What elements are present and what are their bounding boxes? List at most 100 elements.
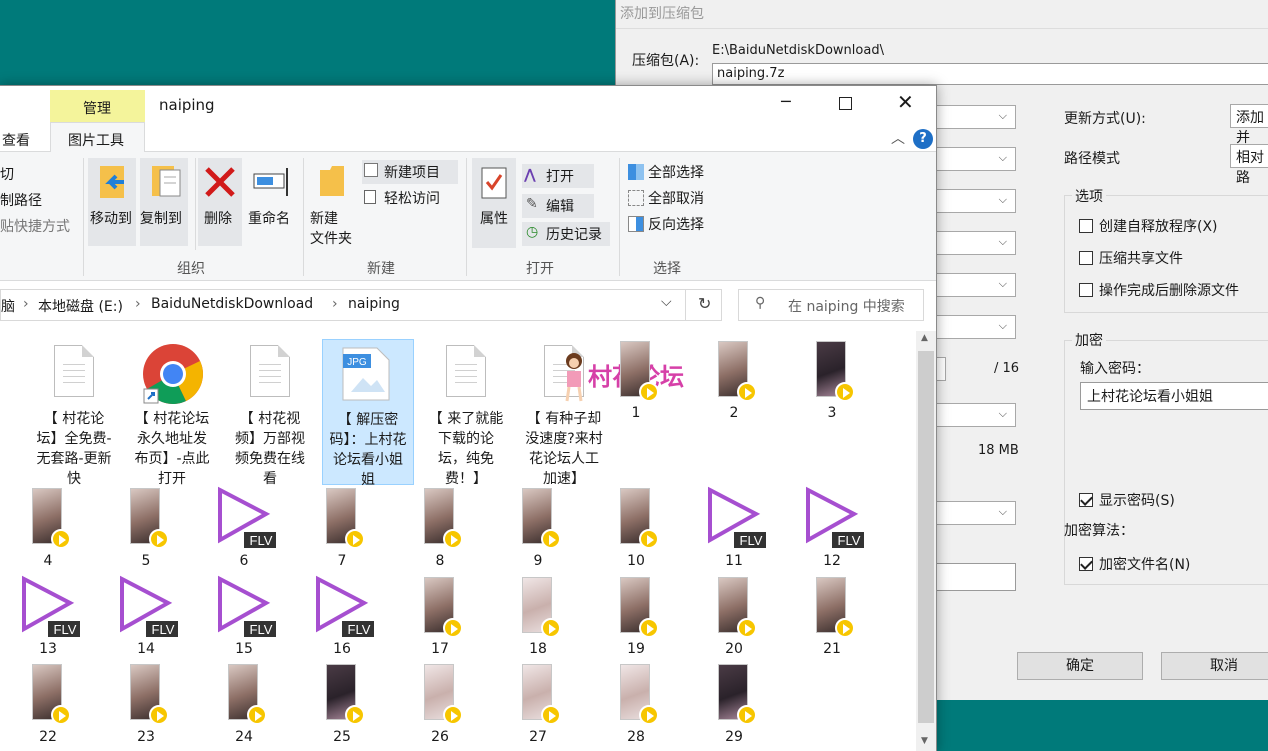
video-name: 11 — [725, 553, 743, 569]
delete-button[interactable]: 删除 — [198, 158, 242, 246]
easy-access-button[interactable]: 轻松访问 — [362, 186, 458, 210]
video-item[interactable]: 8 — [410, 486, 470, 573]
video-item[interactable]: 19 — [606, 575, 666, 661]
delete-after-checkbox[interactable]: 操作完成后删除源文件 — [1079, 280, 1239, 300]
manage-tab[interactable]: 管理 — [83, 98, 111, 118]
paste-shortcut-button[interactable]: 贴快捷方式 — [0, 216, 70, 236]
minimize-button[interactable]: ─ — [781, 92, 791, 111]
new-item-button[interactable]: 新建项目 — [362, 160, 458, 184]
chevron-down-icon: ⌵ — [998, 109, 1007, 122]
video-item[interactable]: 3 — [802, 339, 862, 425]
volume-combo[interactable]: ⌵ — [936, 403, 1016, 427]
sfx-checkbox[interactable]: 创建自释放程序(X) — [1079, 216, 1218, 236]
tab-picture-tools[interactable]: 图片工具 — [50, 122, 145, 152]
video-item[interactable]: FLV 6 — [214, 486, 276, 573]
ok-button[interactable]: 确定 — [1017, 652, 1143, 680]
edit-button[interactable]: ✎ 编辑 — [522, 194, 594, 218]
update-mode-combo[interactable]: 添加并 — [1230, 104, 1268, 146]
help-icon[interactable]: ? — [913, 129, 933, 149]
video-item[interactable]: 21 — [802, 575, 862, 661]
password-input[interactable]: 上村花论坛看小姐姐 — [1080, 382, 1268, 410]
rename-button[interactable]: 重命名 — [246, 158, 296, 246]
video-item[interactable]: 1 — [606, 339, 666, 425]
archive-name-input[interactable]: naiping.7z — [712, 63, 1268, 85]
video-item[interactable]: 2 — [704, 339, 764, 425]
file-item[interactable]: 【 村花论坛永久地址发布页】-点此打开 — [126, 339, 218, 487]
tab-view[interactable]: 查看 — [2, 130, 30, 150]
copy-path-button[interactable]: 制路径 — [0, 190, 42, 210]
file-item[interactable]: 【 村花论坛】全免费-无套路-更新快 — [28, 339, 120, 487]
video-item[interactable]: 7 — [312, 486, 372, 573]
encrypt-names-checkbox[interactable]: 加密文件名(N) — [1079, 554, 1190, 574]
video-item[interactable]: 10 — [606, 486, 666, 573]
scroll-thumb[interactable] — [918, 351, 934, 723]
invert-selection-button[interactable]: 反向选择 — [626, 212, 718, 236]
video-item[interactable]: 29 — [704, 662, 764, 749]
video-item[interactable]: 23 — [116, 662, 176, 749]
video-item[interactable]: 17 — [410, 575, 470, 661]
threads-total: / 16 — [994, 361, 1020, 376]
history-button[interactable]: ◷ 历史记录 — [522, 222, 610, 246]
breadcrumb-drive[interactable]: 本地磁盘 (E:) — [38, 296, 123, 316]
address-bar[interactable]: 脑 › 本地磁盘 (E:) › BaiduNetdiskDownload › n… — [0, 289, 722, 321]
method-combo[interactable]: ⌵ — [936, 189, 1016, 213]
video-item[interactable]: 24 — [214, 662, 274, 749]
cancel-button[interactable]: 取消 — [1161, 652, 1268, 680]
file-item[interactable]: 【 来了就能下载的论坛，纯免费！】 — [420, 339, 512, 487]
parameters-input[interactable] — [936, 563, 1016, 591]
video-item[interactable]: FLV 15 — [214, 575, 276, 661]
new-folder-button[interactable]: 新建 文件夹 — [308, 158, 356, 248]
threads-combo[interactable] — [936, 357, 946, 381]
select-none-button[interactable]: 全部取消 — [626, 186, 718, 210]
close-button[interactable]: ✕ — [897, 90, 914, 114]
video-item[interactable]: FLV 11 — [704, 486, 766, 573]
cut-button[interactable]: 切 — [0, 164, 14, 184]
video-item[interactable]: 18 — [508, 575, 568, 661]
show-password-checkbox[interactable]: 显示密码(S) — [1079, 490, 1175, 510]
dictionary-combo[interactable]: ⌵ — [936, 231, 1016, 255]
shared-files-checkbox[interactable]: 压缩共享文件 — [1079, 248, 1183, 268]
video-item[interactable]: 22 — [18, 662, 78, 749]
video-item[interactable]: 27 — [508, 662, 568, 749]
file-item[interactable]: 【 村花视频】万部视频免费在线看 — [224, 339, 316, 487]
copy-to-button[interactable]: 复制到 — [140, 158, 188, 246]
video-item[interactable]: 5 — [116, 486, 176, 573]
video-item[interactable]: 26 — [410, 662, 470, 749]
scroll-up-icon[interactable]: ▲ — [921, 333, 928, 343]
move-to-button[interactable]: 移动到 — [88, 158, 136, 246]
level-combo[interactable]: ⌵ — [936, 147, 1016, 171]
video-item[interactable]: FLV 13 — [18, 575, 80, 661]
select-all-button[interactable]: 全部选择 — [626, 160, 718, 184]
word-size-combo[interactable]: ⌵ — [936, 273, 1016, 297]
history-dropdown-icon[interactable]: ⌵ — [661, 294, 672, 310]
video-item[interactable]: FLV 12 — [802, 486, 864, 573]
play-icon — [345, 705, 365, 725]
video-item[interactable]: 4 — [18, 486, 78, 573]
svg-text:FLV: FLV — [838, 533, 861, 548]
breadcrumb-this-pc[interactable]: 脑 — [1, 296, 15, 316]
scroll-down-icon[interactable]: ▼ — [921, 736, 928, 746]
video-item[interactable]: 25 — [312, 662, 372, 749]
path-mode-combo[interactable]: 相对路 — [1230, 144, 1268, 186]
video-item[interactable]: 9 — [508, 486, 568, 573]
video-item[interactable]: 20 — [704, 575, 764, 661]
solid-block-combo[interactable]: ⌵ — [936, 315, 1016, 339]
video-item[interactable]: 28 — [606, 662, 666, 749]
breadcrumb-folder[interactable]: BaiduNetdiskDownload — [151, 296, 313, 312]
format-combo[interactable]: ⌵ — [936, 105, 1016, 129]
file-name: 【 有种子却没速度?来村花论坛人工加速】 — [525, 411, 603, 487]
refresh-icon[interactable]: ↻ — [698, 294, 711, 313]
breadcrumb-current[interactable]: naiping — [348, 296, 400, 312]
properties-button[interactable]: 属性 — [472, 158, 516, 248]
file-item[interactable]: JPG 【 解压密码】：上村花论坛看小姐姐 — [322, 339, 414, 488]
window-title: naiping — [159, 96, 215, 114]
collapse-ribbon-icon[interactable]: ︿ — [891, 128, 905, 148]
open-button[interactable]: ⋀ 打开 — [522, 164, 594, 188]
video-item[interactable]: FLV 16 — [312, 575, 374, 661]
video-item[interactable]: FLV 14 — [116, 575, 178, 661]
split-combo[interactable]: ⌵ — [936, 501, 1016, 525]
search-box[interactable]: ⚲ 在 naiping 中搜索 — [738, 289, 924, 321]
vertical-scrollbar[interactable]: ▲ ▼ — [916, 331, 936, 751]
maximize-button[interactable] — [839, 97, 852, 110]
new-item-label: 新建项目 — [384, 165, 440, 181]
